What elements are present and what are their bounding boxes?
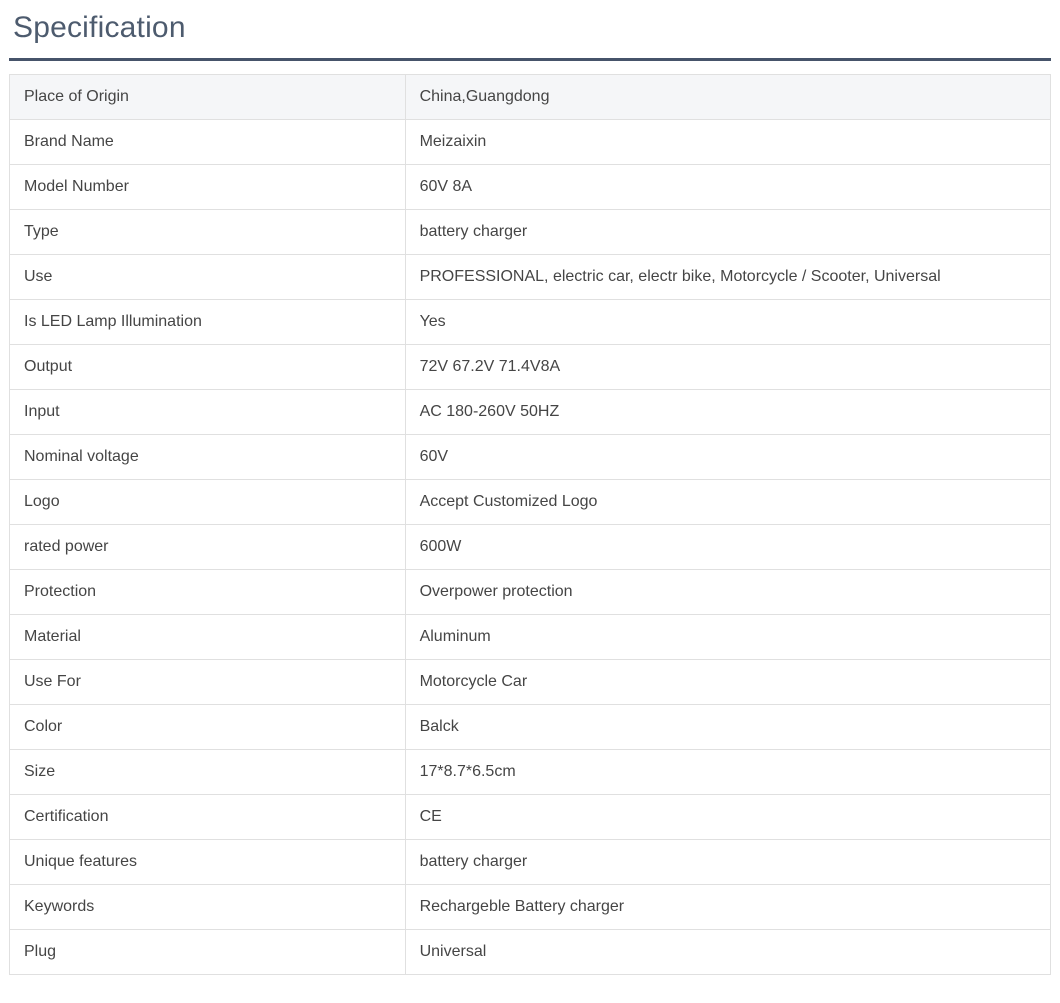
spec-label-cell: Protection <box>10 570 406 615</box>
specification-table: Place of Origin China,Guangdong Brand Na… <box>9 74 1051 975</box>
spec-label-cell: Nominal voltage <box>10 435 406 480</box>
spec-value-cell: battery charger <box>405 840 1050 885</box>
spec-label-cell: Input <box>10 390 406 435</box>
specification-page: Specification Place of Origin China,Guan… <box>0 0 1060 1003</box>
spec-label-cell: Use For <box>10 660 406 705</box>
spec-row: Material Aluminum <box>10 615 1051 660</box>
spec-value-cell: 17*8.7*6.5cm <box>405 750 1050 795</box>
spec-row: Brand Name Meizaixin <box>10 120 1051 165</box>
spec-label-cell: Plug <box>10 930 406 975</box>
spec-value-cell: 72V 67.2V 71.4V8A <box>405 345 1050 390</box>
spec-value-cell: Overpower protection <box>405 570 1050 615</box>
spec-label-cell: Keywords <box>10 885 406 930</box>
spec-value-cell: 600W <box>405 525 1050 570</box>
spec-row: rated power 600W <box>10 525 1051 570</box>
spec-row: Keywords Rechargeble Battery charger <box>10 885 1051 930</box>
spec-value-cell: Universal <box>405 930 1050 975</box>
spec-row: Logo Accept Customized Logo <box>10 480 1051 525</box>
spec-value-cell: PROFESSIONAL, electric car, electr bike,… <box>405 255 1050 300</box>
spec-label-cell: Material <box>10 615 406 660</box>
spec-row: Is LED Lamp Illumination Yes <box>10 300 1051 345</box>
spec-label-cell: Unique features <box>10 840 406 885</box>
spec-row: Input AC 180-260V 50HZ <box>10 390 1051 435</box>
spec-label-cell: Type <box>10 210 406 255</box>
spec-label-cell: Brand Name <box>10 120 406 165</box>
spec-value-cell: 60V 8A <box>405 165 1050 210</box>
spec-row: Nominal voltage 60V <box>10 435 1051 480</box>
spec-label-cell: Certification <box>10 795 406 840</box>
spec-row: Model Number 60V 8A <box>10 165 1051 210</box>
spec-value-cell: Balck <box>405 705 1050 750</box>
spec-row: Plug Universal <box>10 930 1051 975</box>
spec-value-cell: battery charger <box>405 210 1050 255</box>
spec-label-cell: Logo <box>10 480 406 525</box>
spec-row: Use For Motorcycle Car <box>10 660 1051 705</box>
spec-value-cell: Meizaixin <box>405 120 1050 165</box>
spec-label-cell: Size <box>10 750 406 795</box>
spec-value-cell: 60V <box>405 435 1050 480</box>
page-title: Specification <box>13 10 1051 46</box>
spec-label-cell: Color <box>10 705 406 750</box>
spec-row: Certification CE <box>10 795 1051 840</box>
spec-value-cell: China,Guangdong <box>405 75 1050 120</box>
spec-row: Place of Origin China,Guangdong <box>10 75 1051 120</box>
spec-label-cell: Output <box>10 345 406 390</box>
spec-row: Color Balck <box>10 705 1051 750</box>
spec-row: Protection Overpower protection <box>10 570 1051 615</box>
spec-label-cell: rated power <box>10 525 406 570</box>
spec-row: Size 17*8.7*6.5cm <box>10 750 1051 795</box>
spec-value-cell: AC 180-260V 50HZ <box>405 390 1050 435</box>
spec-label-cell: Model Number <box>10 165 406 210</box>
spec-row: Output 72V 67.2V 71.4V8A <box>10 345 1051 390</box>
spec-value-cell: Motorcycle Car <box>405 660 1050 705</box>
spec-value-cell: Accept Customized Logo <box>405 480 1050 525</box>
spec-value-cell: Aluminum <box>405 615 1050 660</box>
spec-value-cell: Rechargeble Battery charger <box>405 885 1050 930</box>
spec-row: Unique features battery charger <box>10 840 1051 885</box>
spec-label-cell: Place of Origin <box>10 75 406 120</box>
spec-label-cell: Use <box>10 255 406 300</box>
spec-label-cell: Is LED Lamp Illumination <box>10 300 406 345</box>
spec-value-cell: Yes <box>405 300 1050 345</box>
spec-row: Type battery charger <box>10 210 1051 255</box>
spec-value-cell: CE <box>405 795 1050 840</box>
spec-row: Use PROFESSIONAL, electric car, electr b… <box>10 255 1051 300</box>
title-divider <box>9 58 1051 61</box>
